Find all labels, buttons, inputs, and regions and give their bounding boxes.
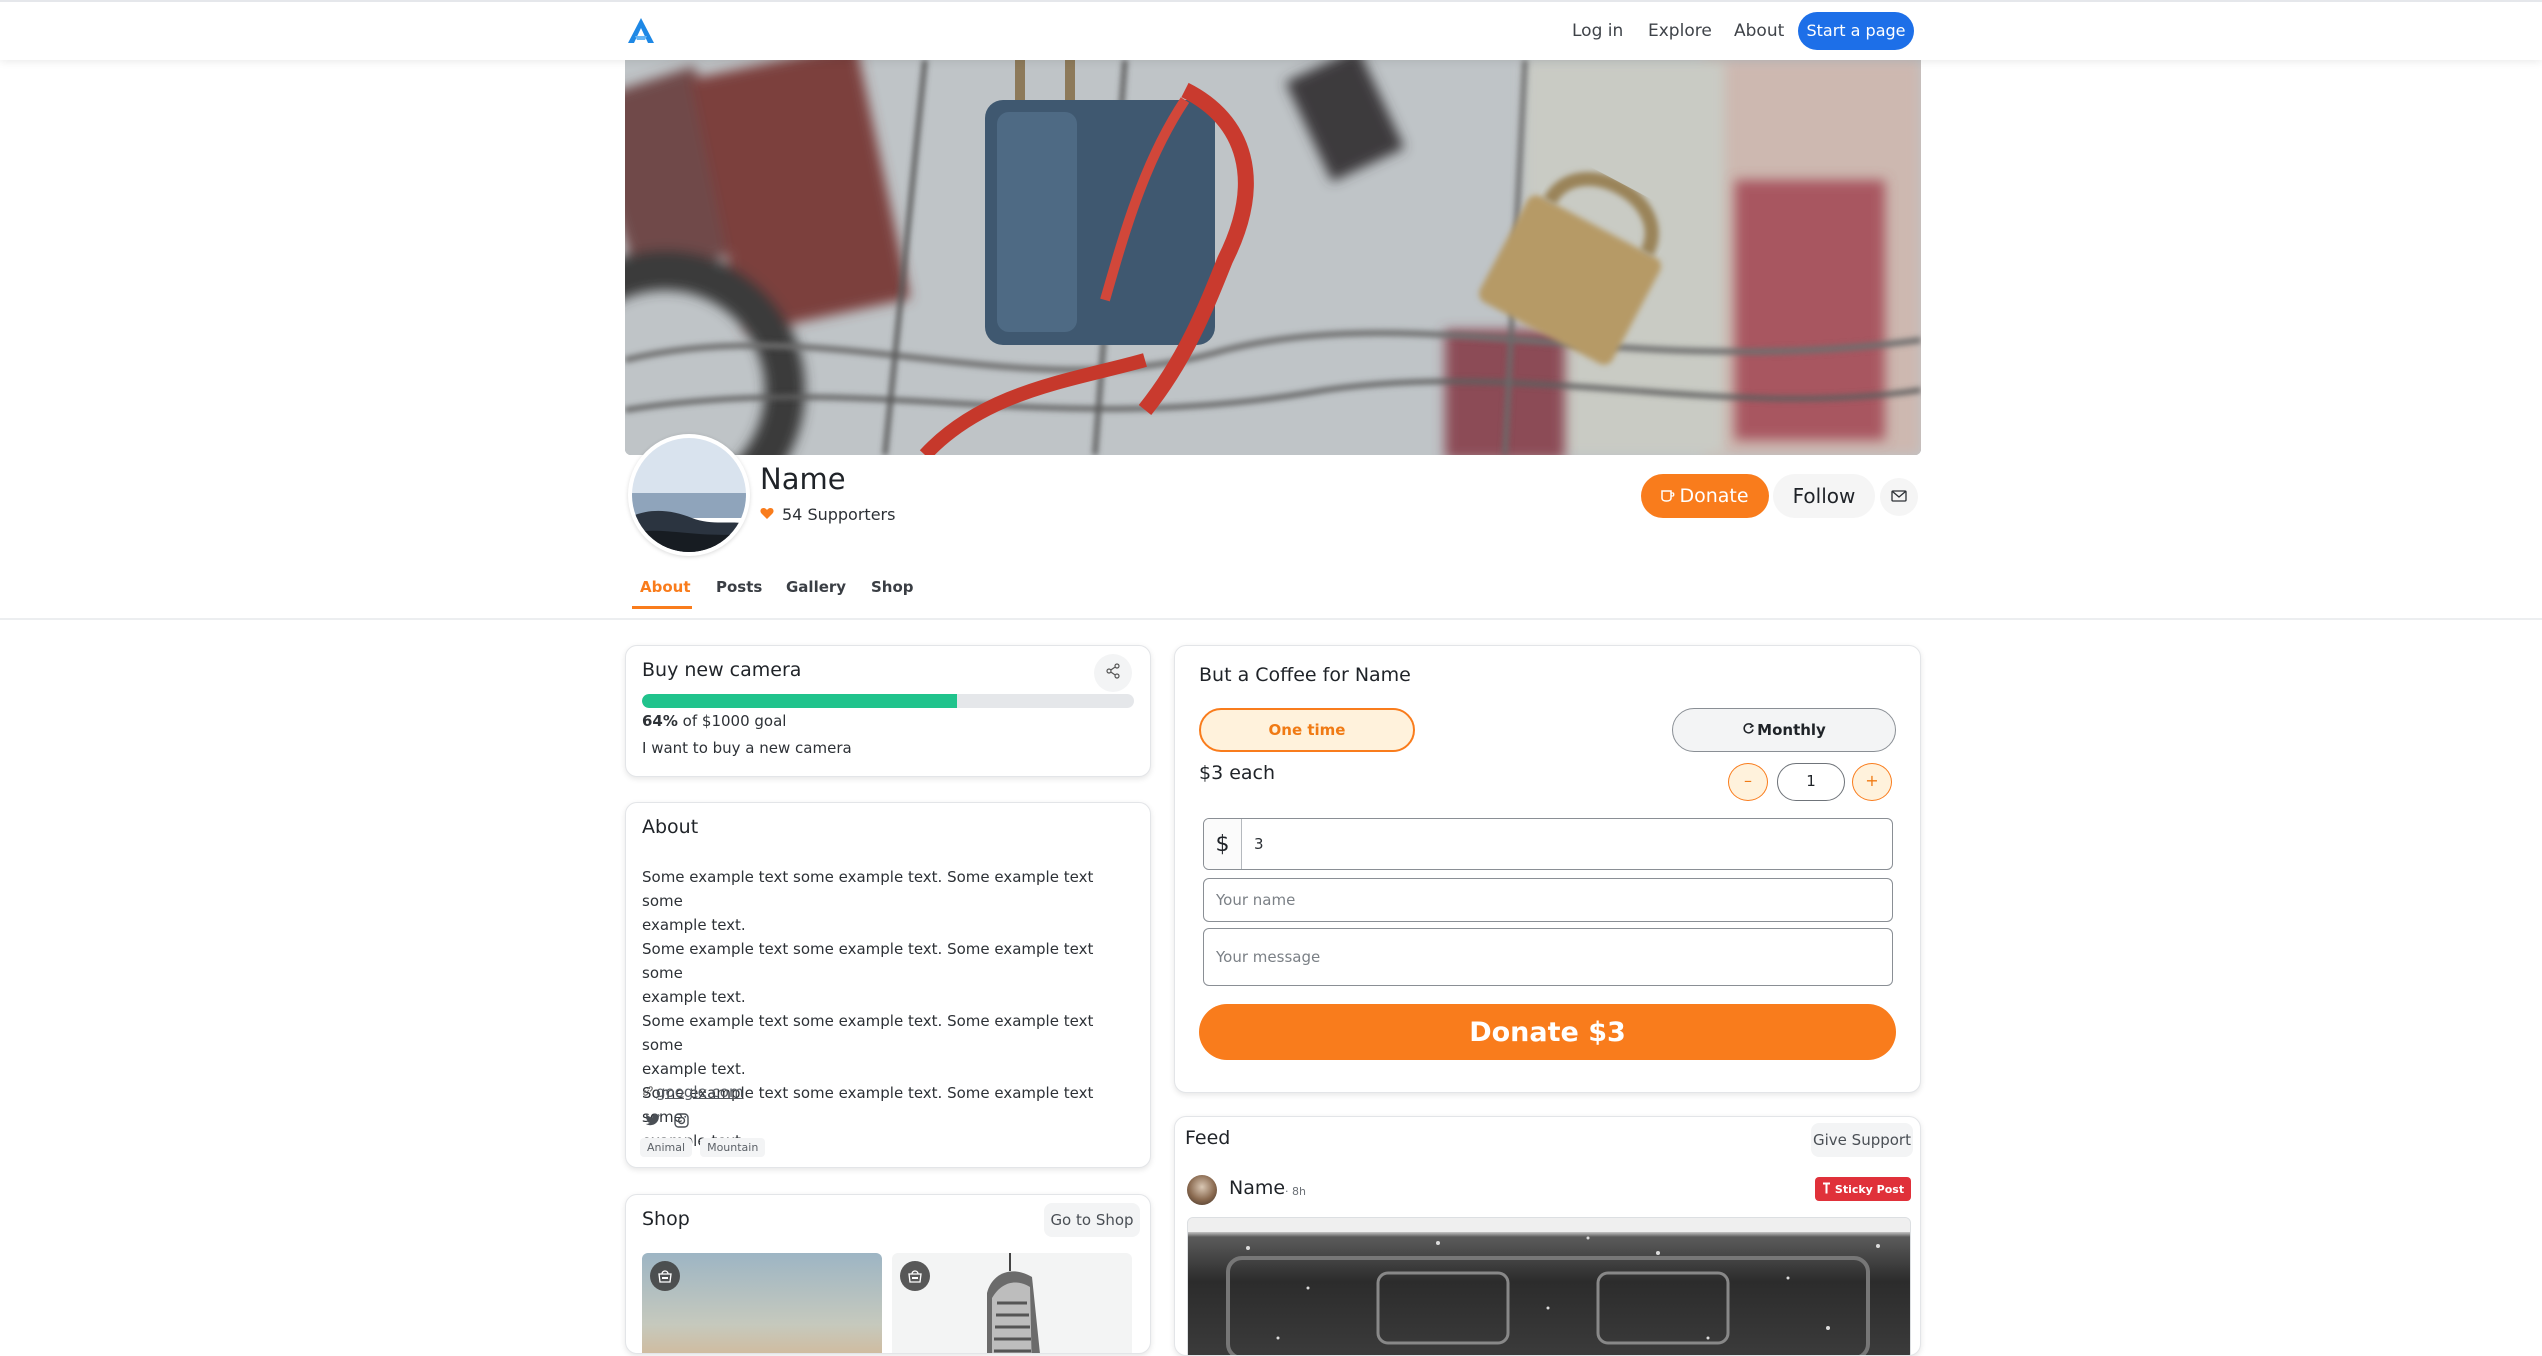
shop-bag-icon — [650, 1261, 680, 1291]
message-button[interactable] — [1880, 478, 1918, 516]
shop-bag-icon — [900, 1261, 930, 1291]
donate-submit-button[interactable]: Donate $3 — [1199, 1004, 1896, 1060]
about-line: example text. — [642, 916, 746, 934]
monthly-option[interactable]: Monthly — [1672, 708, 1896, 752]
goal-percent: 64% — [642, 712, 678, 730]
shop-item[interactable] — [642, 1253, 882, 1353]
quantity-value[interactable]: 1 — [1777, 763, 1845, 801]
shop-item[interactable] — [892, 1253, 1132, 1353]
tag-list: Animal Mountain — [640, 1138, 766, 1157]
about-line: example text. — [642, 1060, 746, 1078]
nav-explore-link[interactable]: Explore — [1648, 21, 1712, 41]
cover-image — [625, 60, 1921, 455]
profile-tabs: About Posts Gallery Shop — [0, 560, 2542, 620]
about-line: Some example text some example text. Som… — [642, 940, 1094, 982]
goal-description: I want to buy a new camera — [642, 739, 852, 757]
twitter-icon[interactable] — [644, 1111, 662, 1129]
sticky-post-badge: Sticky Post — [1815, 1177, 1911, 1201]
one-time-option[interactable]: One time — [1199, 708, 1415, 752]
nav-login-link[interactable]: Log in — [1572, 21, 1623, 41]
tab-shop[interactable]: Shop — [871, 578, 914, 596]
about-card: About Some example text some example tex… — [625, 802, 1151, 1168]
about-line: Some example text some example text. Som… — [642, 1012, 1094, 1054]
goal-card: Buy new camera 64% of $1000 goal I want … — [625, 645, 1151, 777]
donate-header-button[interactable]: Donate — [1641, 474, 1769, 518]
about-title: About — [642, 816, 699, 838]
tab-about[interactable]: About — [640, 578, 691, 596]
go-to-shop-button[interactable]: Go to Shop — [1044, 1203, 1140, 1237]
price-each-label: $3 each — [1199, 762, 1276, 784]
brand-logo-icon[interactable] — [626, 16, 656, 46]
goal-progress-text: 64% of $1000 goal — [642, 712, 786, 730]
message-input[interactable]: Your message — [1203, 928, 1893, 986]
follow-button[interactable]: Follow — [1773, 474, 1875, 518]
share-icon — [1105, 663, 1121, 683]
nav-about-link[interactable]: About — [1734, 21, 1784, 41]
monthly-label: Monthly — [1757, 721, 1826, 739]
goal-title: Buy new camera — [642, 659, 802, 681]
amount-value[interactable]: 3 — [1242, 819, 1892, 869]
tag-mountain[interactable]: Mountain — [700, 1138, 766, 1157]
supporters-count: 54 Supporters — [760, 505, 895, 524]
link-icon — [642, 1083, 654, 1101]
goal-progress-bar — [642, 694, 1134, 708]
share-button[interactable] — [1094, 654, 1132, 692]
instagram-icon[interactable] — [672, 1111, 690, 1129]
amount-input[interactable]: $ 3 — [1203, 818, 1893, 870]
start-a-page-button[interactable]: Start a page — [1798, 12, 1914, 50]
tab-gallery[interactable]: Gallery — [786, 578, 846, 596]
envelope-icon — [1891, 489, 1907, 505]
social-links — [644, 1111, 690, 1129]
refresh-icon — [1742, 721, 1755, 739]
shop-card: Shop Go to Shop — [625, 1194, 1151, 1354]
top-navigation-bar: Log in Explore About Start a page — [0, 0, 2542, 60]
pin-icon — [1822, 1182, 1831, 1197]
name-input[interactable]: Your name — [1203, 878, 1893, 922]
sticky-post-label: Sticky Post — [1834, 1182, 1905, 1196]
post-image[interactable] — [1187, 1217, 1911, 1355]
about-text: Some example text some example text. Som… — [642, 865, 1138, 1153]
goal-progress-fill — [642, 694, 957, 708]
profile-name: Name — [760, 462, 846, 496]
about-line: Some example text some example text. Som… — [642, 868, 1094, 910]
website-link-text[interactable]: google.com — [656, 1083, 744, 1101]
coffee-cup-icon — [1661, 485, 1675, 507]
tab-posts[interactable]: Posts — [716, 578, 762, 596]
feed-title: Feed — [1185, 1127, 1231, 1149]
goal-amount: of $1000 goal — [677, 712, 787, 730]
website-link[interactable]: google.com — [642, 1083, 744, 1101]
donation-card: But a Coffee for Name One time Monthly $… — [1174, 645, 1921, 1093]
active-tab-indicator — [632, 606, 692, 609]
quantity-decrease-button[interactable]: – — [1728, 763, 1768, 801]
quantity-increase-button[interactable]: + — [1852, 763, 1892, 801]
heart-icon — [760, 505, 774, 524]
currency-prefix: $ — [1204, 819, 1242, 869]
donation-title: But a Coffee for Name — [1199, 664, 1411, 686]
about-line: example text. — [642, 988, 746, 1006]
shop-title: Shop — [642, 1208, 690, 1230]
post-timestamp: · 8h — [1285, 1185, 1306, 1198]
donate-header-label: Donate — [1679, 485, 1749, 507]
feed-card: Feed Give Support Name · 8h Sticky Post — [1174, 1116, 1921, 1356]
tag-animal[interactable]: Animal — [640, 1138, 693, 1157]
profile-avatar — [628, 434, 750, 556]
post-author-avatar[interactable] — [1187, 1175, 1217, 1205]
post-author-name[interactable]: Name — [1229, 1177, 1285, 1199]
supporters-label: 54 Supporters — [782, 505, 896, 524]
give-support-button[interactable]: Give Support — [1811, 1123, 1913, 1157]
